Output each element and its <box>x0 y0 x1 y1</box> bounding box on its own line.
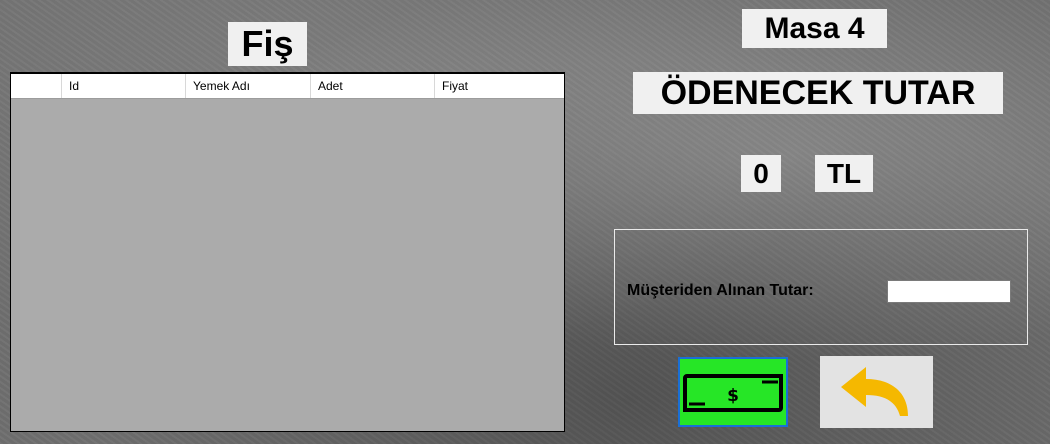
received-amount-panel: Müşteriden Alınan Tutar: <box>614 229 1028 345</box>
column-header-yemek-adi[interactable]: Yemek Adı <box>186 74 311 98</box>
back-button[interactable] <box>820 356 933 428</box>
row-header-column[interactable] <box>11 74 62 98</box>
receipt-grid-header: Id Yemek Adı Adet Fiyat <box>11 74 564 99</box>
amount-due-heading: ÖDENECEK TUTAR <box>633 72 1003 114</box>
pay-button[interactable]: $ <box>678 357 788 427</box>
amount-due-value: 0 <box>741 155 781 192</box>
cash-icon: $ <box>683 374 783 412</box>
back-arrow-icon <box>841 367 908 416</box>
column-header-id[interactable]: Id <box>62 74 186 98</box>
received-amount-label: Müşteriden Alınan Tutar: <box>627 282 814 299</box>
receipt-grid[interactable]: Id Yemek Adı Adet Fiyat <box>10 72 565 432</box>
svg-text:$: $ <box>727 386 739 406</box>
column-header-adet[interactable]: Adet <box>311 74 435 98</box>
receipt-title: Fiş <box>228 22 307 66</box>
table-title: Masa 4 <box>742 9 887 48</box>
column-header-fiyat[interactable]: Fiyat <box>435 74 564 98</box>
currency-label: TL <box>815 155 873 192</box>
received-amount-input[interactable] <box>887 280 1011 303</box>
